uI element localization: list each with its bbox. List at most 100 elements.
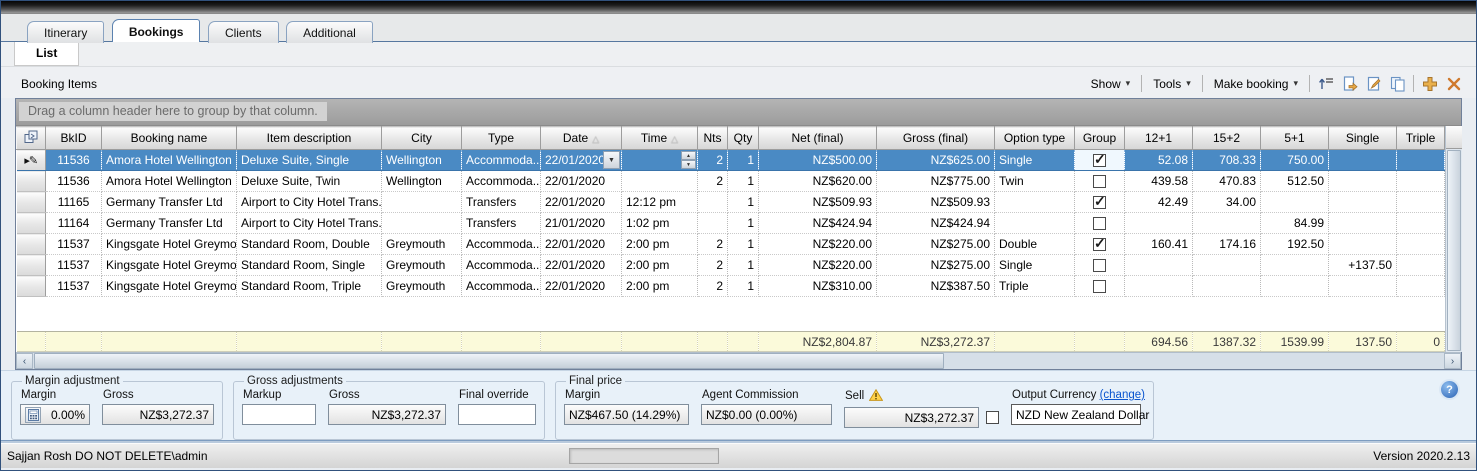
column-header-city[interactable]: City <box>382 127 462 150</box>
column-header-net[interactable]: Net (final) <box>759 127 877 150</box>
cell-name[interactable]: Kingsgate Hotel Greymouth <box>102 276 237 297</box>
cell-r12[interactable] <box>1125 213 1193 234</box>
column-header-type[interactable]: Type <box>462 127 541 150</box>
cell-type[interactable]: Accommoda... <box>462 171 541 192</box>
cell-date[interactable]: 22/01/2020 <box>541 234 622 255</box>
cell-single[interactable] <box>1329 276 1397 297</box>
cell-time[interactable]: 2:00 pm <box>622 255 698 276</box>
booking-row[interactable]: 11164Germany Transfer LtdAirport to City… <box>17 213 1445 234</box>
cell-triple[interactable] <box>1397 213 1445 234</box>
cell-item[interactable]: Deluxe Suite, Twin <box>237 171 382 192</box>
cell-single[interactable] <box>1329 234 1397 255</box>
cell-r5[interactable] <box>1261 276 1329 297</box>
group-checkbox[interactable] <box>1093 175 1106 188</box>
cell-group[interactable] <box>1075 150 1125 171</box>
cell-time[interactable]: 1:02 pm <box>622 213 698 234</box>
cell-triple[interactable] <box>1397 192 1445 213</box>
cell-time[interactable]: 2:00 pm <box>622 276 698 297</box>
cell-gross[interactable]: NZ$509.93 <box>877 192 995 213</box>
column-header-r5[interactable]: 5+1 <box>1261 127 1329 150</box>
edit-item-icon[interactable] <box>1365 75 1382 92</box>
date-dropdown-icon[interactable]: ▼ <box>603 151 620 169</box>
cell-name[interactable]: Kingsgate Hotel Greymouth <box>102 255 237 276</box>
cell-net[interactable]: NZ$509.93 <box>759 192 877 213</box>
cell-option[interactable]: Single <box>995 150 1075 171</box>
cell-city[interactable] <box>382 213 462 234</box>
cell-city[interactable]: Wellington <box>382 171 462 192</box>
calculator-icon[interactable] <box>25 407 41 423</box>
cell-single[interactable] <box>1329 150 1397 171</box>
cell-r5[interactable]: 192.50 <box>1261 234 1329 255</box>
cell-r15[interactable] <box>1193 255 1261 276</box>
cell-date[interactable]: 22/01/2020 <box>541 276 622 297</box>
booking-row[interactable]: ▸✎11536Amora Hotel WellingtonDeluxe Suit… <box>17 150 1445 171</box>
cell-item[interactable]: Airport to City Hotel Trans... <box>237 213 382 234</box>
cell-gross[interactable]: NZ$275.00 <box>877 255 995 276</box>
time-spinner[interactable]: ▲▼ <box>681 151 696 169</box>
spinner-down-icon[interactable]: ▼ <box>681 160 696 169</box>
column-header-time[interactable]: Time△ <box>622 127 698 150</box>
cell-gross[interactable]: NZ$775.00 <box>877 171 995 192</box>
cell-triple[interactable] <box>1397 234 1445 255</box>
cell-bkid[interactable]: 11537 <box>46 276 102 297</box>
change-currency-link[interactable]: (change) <box>1100 389 1145 401</box>
row-selector[interactable] <box>17 171 46 192</box>
cell-net[interactable]: NZ$310.00 <box>759 276 877 297</box>
column-header-single[interactable]: Single <box>1329 127 1397 150</box>
cell-r12[interactable]: 439.58 <box>1125 171 1193 192</box>
cell-name[interactable]: Amora Hotel Wellington <box>102 171 237 192</box>
cell-gross[interactable]: NZ$424.94 <box>877 213 995 234</box>
booking-row[interactable]: 11537Kingsgate Hotel GreymouthStandard R… <box>17 234 1445 255</box>
cell-option[interactable] <box>995 192 1075 213</box>
cell-net[interactable]: NZ$500.00 <box>759 150 877 171</box>
cell-qty[interactable]: 1 <box>728 255 759 276</box>
group-checkbox[interactable] <box>1093 196 1106 209</box>
row-auto-height-icon[interactable] <box>1317 75 1334 92</box>
cell-time[interactable]: ▲▼ <box>622 150 698 171</box>
tab-additional[interactable]: Additional <box>286 21 373 43</box>
cell-type[interactable]: Transfers <box>462 192 541 213</box>
spinner-up-icon[interactable]: ▲ <box>681 151 696 160</box>
open-booking-icon[interactable] <box>1341 75 1358 92</box>
cell-type[interactable]: Accommoda... <box>462 234 541 255</box>
cell-triple[interactable] <box>1397 276 1445 297</box>
copy-item-icon[interactable] <box>1389 75 1406 92</box>
cell-item[interactable]: Standard Room, Triple <box>237 276 382 297</box>
cell-qty[interactable]: 1 <box>728 171 759 192</box>
cell-item[interactable]: Standard Room, Double <box>237 234 382 255</box>
tab-bookings[interactable]: Bookings <box>112 19 201 42</box>
delete-item-icon[interactable] <box>1445 75 1462 92</box>
cell-city[interactable]: Greymouth <box>382 255 462 276</box>
cell-r5[interactable] <box>1261 255 1329 276</box>
booking-row[interactable]: 11165Germany Transfer LtdAirport to City… <box>17 192 1445 213</box>
help-icon[interactable]: ? <box>1441 381 1458 398</box>
cell-r15[interactable]: 470.83 <box>1193 171 1261 192</box>
cell-type[interactable]: Accommoda... <box>462 150 541 171</box>
column-header-date[interactable]: Date△ <box>541 127 622 150</box>
cell-r12[interactable]: 160.41 <box>1125 234 1193 255</box>
cell-group[interactable] <box>1075 171 1125 192</box>
cell-bkid[interactable]: 11537 <box>46 234 102 255</box>
row-selector[interactable] <box>17 255 46 276</box>
add-item-icon[interactable] <box>1421 75 1438 92</box>
cell-bkid[interactable]: 11165 <box>46 192 102 213</box>
horizontal-scroll-track[interactable] <box>945 353 1444 369</box>
horizontal-scrollbar[interactable]: ‹ › <box>16 352 1461 369</box>
vertical-scrollbar[interactable] <box>1445 126 1462 352</box>
final-override-input[interactable] <box>458 404 536 425</box>
cell-option[interactable]: Double <box>995 234 1075 255</box>
cell-type[interactable]: Accommoda... <box>462 276 541 297</box>
column-header-triple[interactable]: Triple <box>1397 127 1445 150</box>
cell-r5[interactable]: 512.50 <box>1261 171 1329 192</box>
group-checkbox[interactable] <box>1093 217 1106 230</box>
cell-nts[interactable]: 2 <box>698 234 728 255</box>
cell-group[interactable] <box>1075 213 1125 234</box>
cell-item[interactable]: Deluxe Suite, Single <box>237 150 382 171</box>
cell-name[interactable]: Germany Transfer Ltd <box>102 213 237 234</box>
cell-qty[interactable]: 1 <box>728 213 759 234</box>
column-header-r15[interactable]: 15+2 <box>1193 127 1261 150</box>
cell-net[interactable]: NZ$220.00 <box>759 255 877 276</box>
cell-gross[interactable]: NZ$625.00 <box>877 150 995 171</box>
booking-row[interactable]: 11536Amora Hotel WellingtonDeluxe Suite,… <box>17 171 1445 192</box>
cell-triple[interactable] <box>1397 150 1445 171</box>
